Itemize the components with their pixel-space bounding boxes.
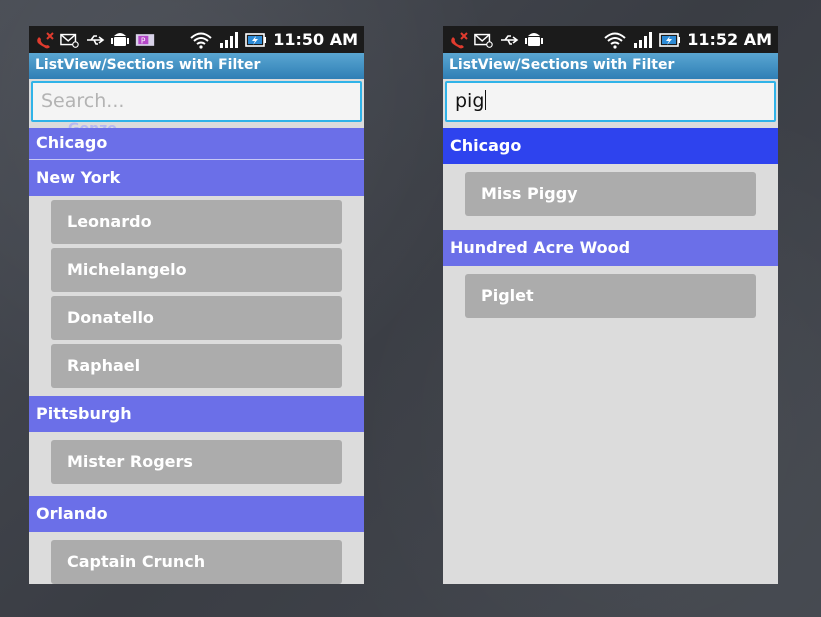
- list-item[interactable]: Mister Rogers: [51, 440, 342, 484]
- phone-screen-right: 11:52 AM ListView/Sections with Filter p…: [443, 26, 778, 584]
- section-hundred-acre-wood: Hundred Acre Wood Piglet: [443, 230, 778, 326]
- app-title: ListView/Sections with Filter: [29, 53, 364, 79]
- app-title: ListView/Sections with Filter: [443, 53, 778, 79]
- android-debug-icon: [111, 32, 129, 46]
- signal-icon: [220, 31, 239, 48]
- search-placeholder: Search...: [41, 90, 125, 112]
- section-list[interactable]: Chicago Miss Piggy Hundred Acre Wood Pig…: [443, 128, 778, 584]
- list-item[interactable]: Leonardo: [51, 200, 342, 244]
- status-time: 11:52 AM: [687, 30, 772, 49]
- section-list[interactable]: New York Leonardo Michelangelo Donatello…: [29, 128, 364, 584]
- section-header: Hundred Acre Wood: [443, 230, 778, 266]
- section-header: New York: [29, 160, 364, 196]
- parking-icon: P: [135, 33, 155, 46]
- voicemail-icon: [60, 33, 79, 48]
- list-item[interactable]: Captain Crunch: [51, 540, 342, 584]
- search-input[interactable]: Search...: [31, 81, 362, 122]
- section-chicago: Chicago Miss Piggy: [443, 128, 778, 230]
- signal-icon: [634, 31, 653, 48]
- list-item[interactable]: Piglet: [465, 274, 756, 318]
- list-item[interactable]: Michelangelo: [51, 248, 342, 292]
- missed-call-icon: [37, 31, 54, 48]
- status-time: 11:50 AM: [273, 30, 358, 49]
- list-item[interactable]: Donatello: [51, 296, 342, 340]
- status-bar: 11:52 AM: [443, 26, 778, 53]
- text-caret: [485, 90, 487, 110]
- search-input[interactable]: pig: [445, 81, 776, 122]
- usb-icon: [501, 34, 519, 45]
- section-pittsburgh: Pittsburgh Mister Rogers: [29, 396, 364, 492]
- android-debug-icon: [525, 32, 543, 46]
- battery-charging-icon: [245, 32, 267, 47]
- phone-screen-left: P 11:50 AM ListView/Sections with Filter…: [29, 26, 364, 584]
- status-bar: P 11:50 AM: [29, 26, 364, 53]
- search-value: pig: [455, 90, 485, 112]
- wifi-icon: [604, 32, 626, 49]
- pinned-section-header: Chicago: [29, 128, 364, 160]
- section-orlando: Orlando Captain Crunch: [29, 496, 364, 584]
- section-header: Chicago: [443, 128, 778, 164]
- usb-icon: [87, 34, 105, 45]
- list-item[interactable]: Miss Piggy: [465, 172, 756, 216]
- list-item[interactable]: Raphael: [51, 344, 342, 388]
- section-new-york: New York Leonardo Michelangelo Donatello…: [29, 160, 364, 396]
- section-header: Orlando: [29, 496, 364, 532]
- svg-text:P: P: [141, 36, 146, 45]
- voicemail-icon: [474, 33, 493, 48]
- section-header: Pittsburgh: [29, 396, 364, 432]
- wifi-icon: [190, 32, 212, 49]
- battery-charging-icon: [659, 32, 681, 47]
- missed-call-icon: [451, 31, 468, 48]
